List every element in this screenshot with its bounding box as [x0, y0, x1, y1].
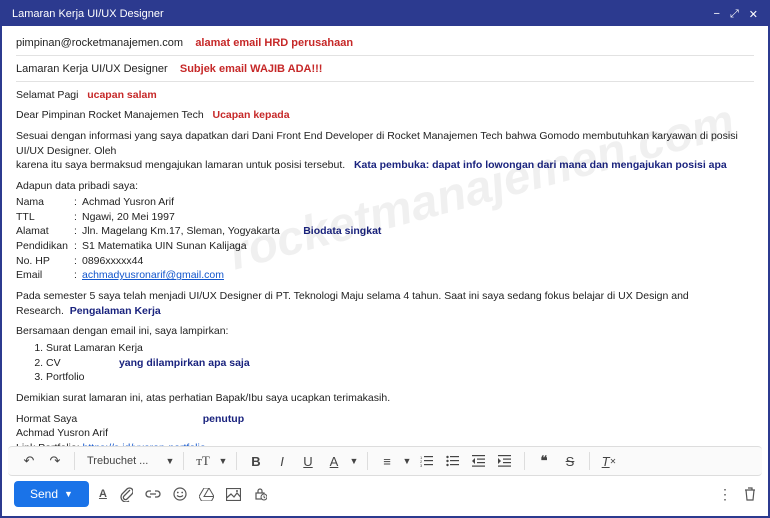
- bio-ttl: Ngawi, 20 Mei 1997: [82, 210, 175, 225]
- annot-greet: ucapan salam: [87, 89, 156, 101]
- bio-email-link[interactable]: achmadyusronarif@gmail.com: [82, 268, 224, 283]
- email-body: rocketmanajemen.com pimpinan@rocketmanaj…: [2, 26, 768, 446]
- para1a: Sesuai dengan informasi yang saya dapatk…: [16, 130, 738, 157]
- subject-row[interactable]: Lamaran Kerja UI/UX Designer Subjek emai…: [16, 62, 754, 82]
- chevron-down-icon[interactable]: ▼: [165, 450, 175, 472]
- annot-to: alamat email HRD perusahaan: [195, 37, 353, 49]
- dear-line: Dear Pimpinan Rocket Manajemen Tech: [16, 109, 204, 121]
- bio-alamat: Jln. Magelang Km.17, Sleman, Yogyakarta: [82, 224, 280, 239]
- chevron-down-icon[interactable]: ▼: [349, 450, 359, 472]
- minimize-icon[interactable]: −: [714, 8, 720, 21]
- list-item: CV: [46, 357, 61, 369]
- bio-hp-l: No. HP: [16, 254, 74, 269]
- list-item: Surat Lamaran Kerja: [46, 341, 754, 356]
- portfolio-link[interactable]: https://s.id/yusron-portfolio: [83, 442, 206, 446]
- redo-icon[interactable]: ↷: [44, 450, 66, 472]
- font-select[interactable]: Trebuchet ...: [83, 453, 161, 469]
- greeting: Selamat Pagi: [16, 89, 78, 101]
- annot-subject: Subjek email WAJIB ADA!!!: [180, 63, 323, 75]
- send-button[interactable]: Send ▼: [14, 481, 89, 507]
- link-icon[interactable]: [145, 489, 161, 499]
- font-size-icon[interactable]: ᴛT: [192, 450, 214, 472]
- clear-format-icon[interactable]: T✕: [598, 450, 620, 472]
- sign1: Hormat Saya: [16, 413, 77, 425]
- to-row[interactable]: pimpinan@rocketmanajemen.com alamat emai…: [16, 36, 754, 56]
- indent-more-icon[interactable]: [494, 450, 516, 472]
- bottom-right: ⋮: [718, 486, 756, 503]
- bio-ttl-l: TTL: [16, 210, 74, 225]
- compose-icons: A: [99, 486, 267, 502]
- more-icon[interactable]: ⋮: [718, 486, 732, 503]
- to-address: pimpinan@rocketmanajemen.com: [16, 37, 183, 49]
- bold-icon[interactable]: B: [245, 450, 267, 472]
- bottom-bar: Send ▼ A ⋮: [2, 476, 768, 512]
- annot-attach: yang dilampirkan apa saja: [119, 357, 250, 369]
- maximize-icon[interactable]: ⤢: [730, 8, 739, 21]
- chevron-down-icon[interactable]: ▼: [402, 450, 412, 472]
- emoji-icon[interactable]: [173, 487, 187, 501]
- subject-text: Lamaran Kerja UI/UX Designer: [16, 63, 168, 75]
- bio-pend-l: Pendidikan: [16, 239, 74, 254]
- svg-text:3: 3: [420, 463, 423, 467]
- quote-icon[interactable]: ❝: [533, 450, 555, 472]
- attach-intro: Bersamaan dengan email ini, saya lampirk…: [16, 324, 754, 339]
- attachment-list: Surat Lamaran Kerja CV yang dilampirkan …: [46, 341, 754, 385]
- window-controls: − ⤢ ✕: [714, 8, 758, 21]
- close-icon[interactable]: ✕: [749, 8, 758, 21]
- italic-icon[interactable]: I: [271, 450, 293, 472]
- bio-alamat-l: Alamat: [16, 224, 74, 239]
- list-item: Portfolio: [46, 370, 754, 385]
- format-toolbar: ↶ ↷ Trebuchet ... ▼ ᴛT ▼ B I U A ▼ ≡ ▼ 1…: [8, 446, 762, 476]
- chevron-down-icon: ▼: [64, 489, 73, 499]
- bio-nama-l: Nama: [16, 195, 74, 210]
- annot-bio: Biodata singkat: [303, 224, 381, 239]
- chevron-down-icon[interactable]: ▼: [218, 450, 228, 472]
- indent-less-icon[interactable]: [468, 450, 490, 472]
- align-icon[interactable]: ≡: [376, 450, 398, 472]
- titlebar: Lamaran Kerja UI/UX Designer − ⤢ ✕: [2, 2, 768, 26]
- closing: Demikian surat lamaran ini, atas perhati…: [16, 391, 754, 406]
- bio-hp: 0896xxxxx44: [82, 254, 143, 269]
- sign2: Achmad Yusron Arif: [16, 426, 754, 441]
- text-color-icon[interactable]: A: [323, 450, 345, 472]
- underline-icon[interactable]: U: [297, 450, 319, 472]
- drive-icon[interactable]: [199, 488, 214, 501]
- window-title: Lamaran Kerja UI/UX Designer: [12, 8, 714, 20]
- portfolio-label: Link Portfolio:: [16, 442, 83, 446]
- annot-exp: Pengalaman Kerja: [70, 305, 161, 317]
- bio-email-l: Email: [16, 268, 74, 283]
- biodata-block: Nama:Achmad Yusron Arif TTL:Ngawi, 20 Me…: [16, 195, 754, 283]
- attach-icon[interactable]: [119, 486, 133, 502]
- format-icon[interactable]: A: [99, 488, 107, 500]
- strikethrough-icon[interactable]: S: [559, 450, 581, 472]
- message-body[interactable]: Selamat Pagi ucapan salam Dear Pimpinan …: [16, 88, 754, 446]
- bio-nama: Achmad Yusron Arif: [82, 195, 174, 210]
- trash-icon[interactable]: [744, 487, 756, 501]
- para1b: karena itu saya bermaksud mengajukan lam…: [16, 159, 345, 171]
- annot-dear: Ucapan kepada: [213, 109, 290, 121]
- bio-intro: Adapun data pribadi saya:: [16, 179, 754, 194]
- annot-open: Kata pembuka: dapat info lowongan dari m…: [354, 159, 727, 171]
- bio-pend: S1 Matematika UIN Sunan Kalijaga: [82, 239, 247, 254]
- undo-icon[interactable]: ↶: [18, 450, 40, 472]
- confidential-icon[interactable]: [253, 487, 267, 501]
- annot-close: penutup: [203, 413, 244, 425]
- ordered-list-icon[interactable]: 123: [416, 450, 438, 472]
- send-label: Send: [30, 487, 58, 501]
- photo-icon[interactable]: [226, 488, 241, 501]
- bullet-list-icon[interactable]: [442, 450, 464, 472]
